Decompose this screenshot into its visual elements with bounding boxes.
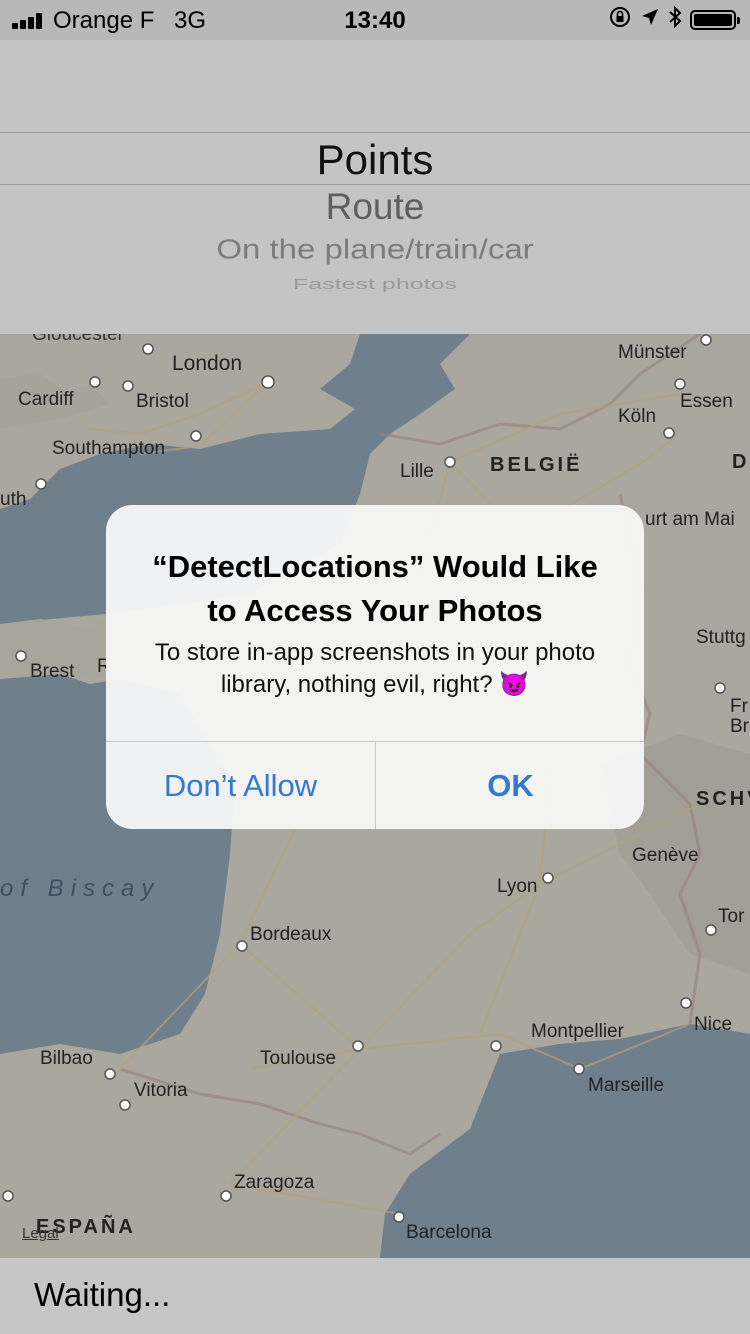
alert-message: To store in-app screenshots in your phot… — [154, 639, 596, 698]
photo-permission-alert: “DetectLocations” Would Like to Access Y… — [106, 505, 644, 829]
ok-button[interactable]: OK — [376, 742, 644, 829]
alert-title: “DetectLocations” Would Like to Access Y… — [152, 549, 598, 628]
dont-allow-button[interactable]: Don’t Allow — [106, 742, 375, 829]
